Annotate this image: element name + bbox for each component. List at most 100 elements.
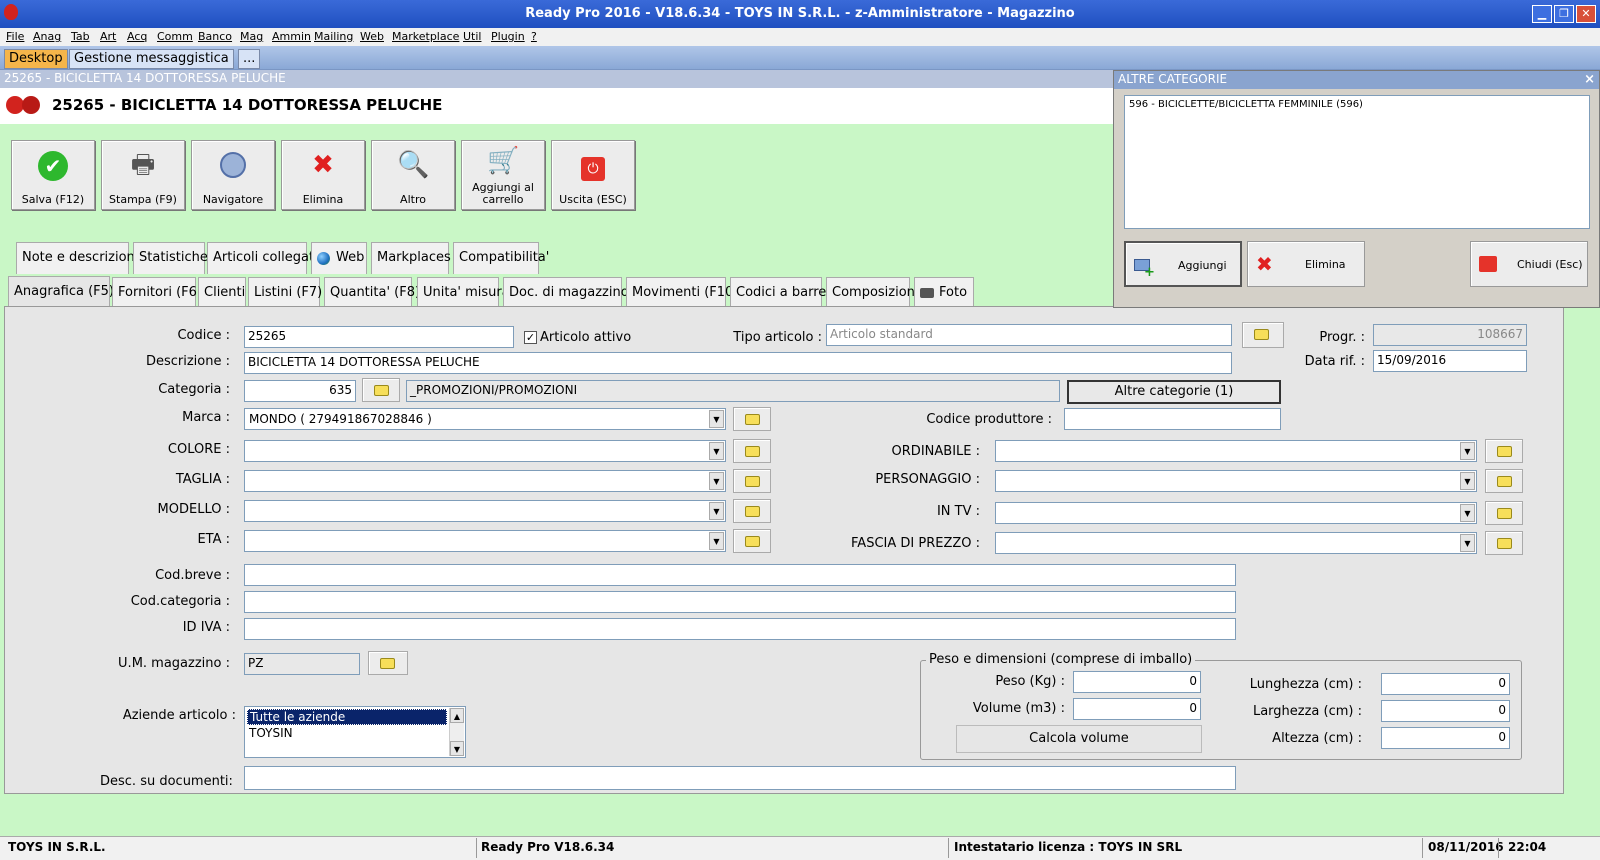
other-button[interactable]: 🔍 Altro — [371, 140, 455, 210]
tab-statistiche[interactable]: Statistiche — [133, 242, 208, 274]
close-icon[interactable]: × — [1584, 72, 1595, 87]
descrizione-field[interactable]: BICICLETTA 14 DOTTORESSA PELUCHE — [244, 352, 1232, 374]
list-item[interactable]: Tutte le aziende — [247, 709, 447, 725]
close-icon[interactable]: ✕ — [1576, 5, 1596, 23]
tab-more[interactable]: ... — [238, 49, 261, 69]
volume-field[interactable]: 0 — [1073, 698, 1201, 720]
print-button[interactable]: 🖶 Stampa (F9) — [101, 140, 185, 210]
cod-breve-field[interactable] — [244, 564, 1236, 586]
categoria-folder-button[interactable] — [362, 378, 400, 402]
menu-ammin[interactable]: Ammin — [272, 30, 311, 43]
delete-button[interactable]: ✖ Elimina — [281, 140, 365, 210]
listbox-scrollbar[interactable]: ▲ ▼ — [449, 708, 464, 756]
tab-clienti[interactable]: Clienti — [198, 277, 246, 309]
aziende-listbox[interactable]: Tutte le aziende TOYSIN ▲ ▼ — [244, 706, 466, 758]
tab-web[interactable]: Web — [311, 242, 367, 274]
altre-categorie-button[interactable]: Altre categorie (1) — [1067, 380, 1281, 404]
add-to-cart-button[interactable]: 🛒 Aggiungi al carrello — [461, 140, 545, 210]
tab-note-descrizioni[interactable]: Note e descrizioni — [16, 242, 138, 274]
tipo-articolo-field[interactable]: Articolo standard — [826, 324, 1232, 346]
codice-produttore-field[interactable] — [1064, 408, 1281, 430]
tab-quantita[interactable]: Quantita' (F8) — [324, 277, 420, 309]
list-item[interactable]: 596 - BICICLETTE/BICICLETTA FEMMINILE (5… — [1129, 99, 1363, 110]
menu-mag[interactable]: Mag — [240, 30, 263, 43]
tab-movimenti[interactable]: Movimenti (F10) — [626, 277, 738, 309]
chevron-down-icon[interactable]: ▼ — [709, 532, 724, 550]
marca-folder-button[interactable] — [733, 407, 771, 431]
tab-anagrafica[interactable]: Anagrafica (F5) — [8, 276, 114, 307]
personaggio-folder-button[interactable] — [1485, 469, 1523, 493]
menu-web[interactable]: Web — [360, 30, 384, 43]
articolo-attivo-checkbox[interactable]: ✓ — [524, 331, 537, 344]
categoria-code-field[interactable]: 635 — [244, 380, 356, 402]
chiudi-button[interactable]: Chiudi (Esc) — [1470, 241, 1588, 287]
modello-select[interactable]: ▼ — [244, 500, 726, 522]
marca-select[interactable]: MONDO ( 279491867028846 ) ▼ — [244, 408, 726, 430]
menu-acq[interactable]: Acq — [127, 30, 147, 43]
data-rif-field[interactable]: 15/09/2016 — [1373, 350, 1527, 372]
tab-codici-barre[interactable]: Codici a barre — [730, 277, 826, 309]
menu-file[interactable]: File — [6, 30, 24, 43]
tab-desktop[interactable]: Desktop — [4, 49, 68, 69]
menu-marketplace[interactable]: Marketplace — [392, 30, 459, 43]
menu-tab[interactable]: Tab — [71, 30, 90, 43]
in-tv-folder-button[interactable] — [1485, 501, 1523, 525]
fascia-prezzo-folder-button[interactable] — [1485, 531, 1523, 555]
menu-art[interactable]: Art — [100, 30, 116, 43]
personaggio-select[interactable]: ▼ — [995, 470, 1477, 492]
aggiungi-button[interactable]: + Aggiungi — [1124, 241, 1242, 287]
menu-mailing[interactable]: Mailing — [314, 30, 353, 43]
tab-foto[interactable]: Foto — [914, 277, 974, 309]
menu-plugin[interactable]: Plugin — [491, 30, 525, 43]
eta-select[interactable]: ▼ — [244, 530, 726, 552]
restore-icon[interactable]: ❐ — [1554, 5, 1574, 23]
tab-unita-misura[interactable]: Unita' misura — [417, 277, 510, 309]
modello-folder-button[interactable] — [733, 499, 771, 523]
tab-gestione-messaggistica[interactable]: Gestione messaggistica — [69, 49, 234, 69]
calcola-volume-button[interactable]: Calcola volume — [956, 725, 1202, 753]
tab-doc-magazzino[interactable]: Doc. di magazzino — [503, 277, 629, 309]
chevron-down-icon[interactable]: ▼ — [709, 442, 724, 460]
lunghezza-field[interactable]: 0 — [1381, 673, 1510, 695]
menu-help[interactable]: ? — [531, 30, 537, 43]
categories-list[interactable]: 596 - BICICLETTE/BICICLETTA FEMMINILE (5… — [1124, 95, 1590, 229]
colore-folder-button[interactable] — [733, 439, 771, 463]
cod-categoria-field[interactable] — [244, 591, 1236, 613]
chevron-down-icon[interactable]: ▼ — [450, 741, 464, 756]
menu-comm[interactable]: Comm — [157, 30, 193, 43]
chevron-up-icon[interactable]: ▲ — [450, 708, 464, 723]
larghezza-field[interactable]: 0 — [1381, 700, 1510, 722]
tab-composizioni[interactable]: Composizioni — [826, 277, 919, 309]
chevron-down-icon[interactable]: ▼ — [709, 472, 724, 490]
desc-documenti-field[interactable] — [244, 766, 1236, 790]
chevron-down-icon[interactable]: ▼ — [709, 410, 724, 428]
colore-select[interactable]: ▼ — [244, 440, 726, 462]
minimize-icon[interactable]: ▁ — [1532, 5, 1552, 23]
in-tv-select[interactable]: ▼ — [995, 502, 1477, 524]
menu-util[interactable]: Util — [463, 30, 481, 43]
eta-folder-button[interactable] — [733, 529, 771, 553]
save-button[interactable]: ✔ Salva (F12) — [11, 140, 95, 210]
id-iva-field[interactable] — [244, 618, 1236, 640]
chevron-down-icon[interactable]: ▼ — [1460, 472, 1475, 490]
chevron-down-icon[interactable]: ▼ — [709, 502, 724, 520]
menu-anag[interactable]: Anag — [33, 30, 61, 43]
navigator-button[interactable]: Navigatore — [191, 140, 275, 210]
taglia-folder-button[interactable] — [733, 469, 771, 493]
fascia-prezzo-select[interactable]: ▼ — [995, 532, 1477, 554]
taglia-select[interactable]: ▼ — [244, 470, 726, 492]
tab-fornitori[interactable]: Fornitori (F6) — [112, 277, 202, 309]
tab-listini[interactable]: Listini (F7) — [248, 277, 322, 309]
chevron-down-icon[interactable]: ▼ — [1460, 534, 1475, 552]
altezza-field[interactable]: 0 — [1381, 727, 1510, 749]
elimina-categoria-button[interactable]: ✖ Elimina — [1247, 241, 1365, 287]
ordinabile-folder-button[interactable] — [1485, 439, 1523, 463]
tipo-articolo-folder-button[interactable] — [1242, 322, 1284, 348]
um-folder-button[interactable] — [368, 651, 408, 675]
menu-banco[interactable]: Banco — [198, 30, 232, 43]
chevron-down-icon[interactable]: ▼ — [1460, 442, 1475, 460]
list-item[interactable]: TOYSIN — [249, 726, 293, 740]
peso-field[interactable]: 0 — [1073, 671, 1201, 693]
exit-button[interactable]: ⏻ Uscita (ESC) — [551, 140, 635, 210]
tab-markplaces[interactable]: Markplaces — [371, 242, 451, 274]
